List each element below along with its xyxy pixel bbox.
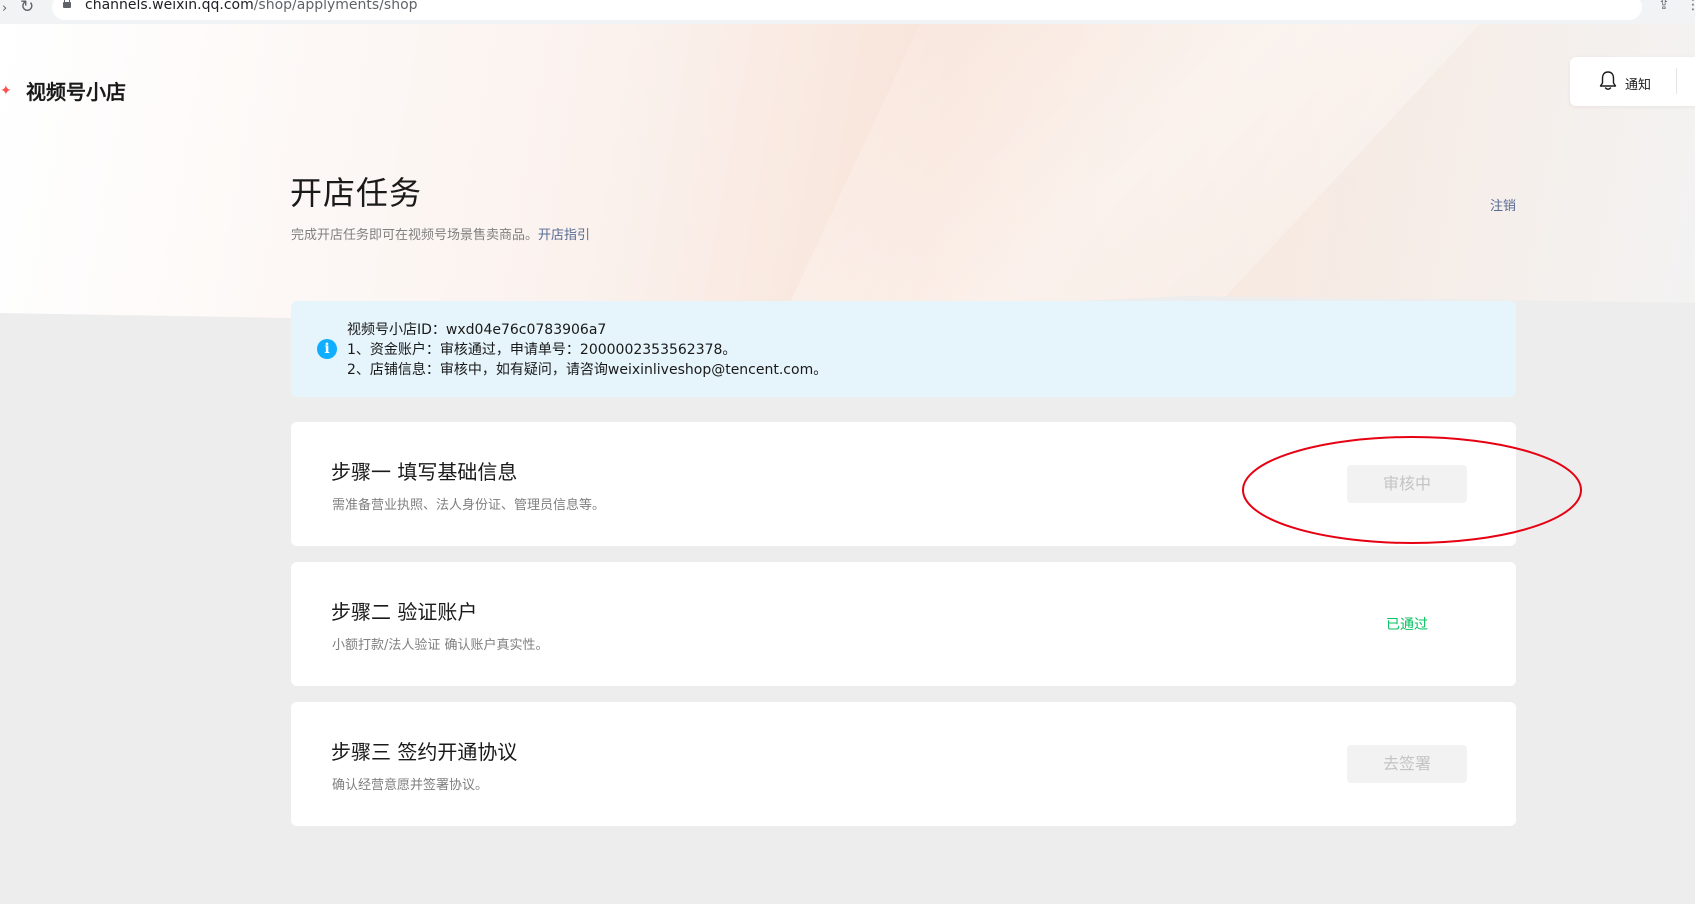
passed-status: 已通过 bbox=[1386, 617, 1428, 633]
page-subtitle-text: 完成开店任务即可在视频号场景售卖商品。 bbox=[291, 228, 539, 243]
info-line-shop-id: 视频号小店ID：wxd04e76c0783906a7 bbox=[347, 322, 607, 338]
guide-link[interactable]: 开店指引 bbox=[538, 228, 590, 243]
extension-icon[interactable]: ⋮ bbox=[1686, 0, 1695, 13]
bell-icon bbox=[1599, 71, 1617, 90]
page-title: 开店任务 bbox=[290, 174, 423, 212]
info-lines: 视频号小店ID：wxd04e76c0783906a7 1、资金账户：审核通过，申… bbox=[347, 320, 827, 380]
cancel-account-link[interactable]: 注销 bbox=[1490, 195, 1516, 214]
url-path: /shop/applyments/shop bbox=[253, 0, 418, 13]
step-title: 步骤三 签约开通协议 bbox=[331, 740, 518, 764]
hero-facet bbox=[780, 24, 1480, 324]
reviewing-button[interactable]: 审核中 bbox=[1347, 465, 1467, 503]
page-subtitle: 完成开店任务即可在视频号场景售卖商品。开店指引 bbox=[291, 224, 590, 243]
step-card-verify-account: 步骤二 验证账户 小额打款/法人验证 确认账户真实性。 已通过 bbox=[291, 562, 1516, 686]
step-desc: 确认经营意愿并签署协议。 bbox=[332, 778, 489, 793]
notify-divider bbox=[1676, 68, 1677, 94]
step-title: 步骤一 填写基础信息 bbox=[331, 460, 518, 484]
notify-button[interactable]: 通知 bbox=[1570, 57, 1695, 106]
share-icon[interactable]: ⇪ bbox=[1658, 0, 1670, 13]
reload-icon[interactable]: ↻ bbox=[20, 0, 34, 17]
browser-address-bar: › ↻ channels.weixin.qq.com/shop/applymen… bbox=[0, 0, 1695, 25]
step-desc: 小额打款/法人验证 确认账户真实性。 bbox=[332, 638, 549, 653]
sign-button[interactable]: 去签署 bbox=[1347, 745, 1467, 783]
step-desc: 需准备营业执照、法人身份证、管理员信息等。 bbox=[332, 498, 606, 513]
forward-arrow-icon[interactable]: › bbox=[2, 1, 7, 16]
step-card-sign-agreement: 步骤三 签约开通协议 确认经营意愿并签署协议。 去签署 bbox=[291, 702, 1516, 826]
url-text[interactable]: channels.weixin.qq.com/shop/applyments/s… bbox=[85, 0, 418, 13]
info-line-shop-info: 2、店铺信息：审核中，如有疑问，请咨询weixinliveshop@tencen… bbox=[347, 362, 828, 378]
brand-name: 视频号小店 bbox=[26, 80, 126, 104]
info-line-account: 1、资金账户：审核通过，申请单号：2000002353562378。 bbox=[347, 342, 737, 358]
lock-icon[interactable] bbox=[63, 0, 71, 8]
url-host: channels.weixin.qq.com bbox=[85, 0, 254, 13]
notify-label: 通知 bbox=[1625, 78, 1652, 93]
step-card-basic-info: 步骤一 填写基础信息 需准备营业执照、法人身份证、管理员信息等。 审核中 bbox=[291, 422, 1516, 546]
brand-logo-icon: ✦ bbox=[0, 82, 12, 99]
step-title: 步骤二 验证账户 bbox=[331, 600, 478, 624]
info-icon: i bbox=[317, 339, 337, 359]
brand[interactable]: ✦ 视频号小店 bbox=[0, 76, 126, 105]
info-banner: i 视频号小店ID：wxd04e76c0783906a7 1、资金账户：审核通过… bbox=[291, 301, 1516, 397]
